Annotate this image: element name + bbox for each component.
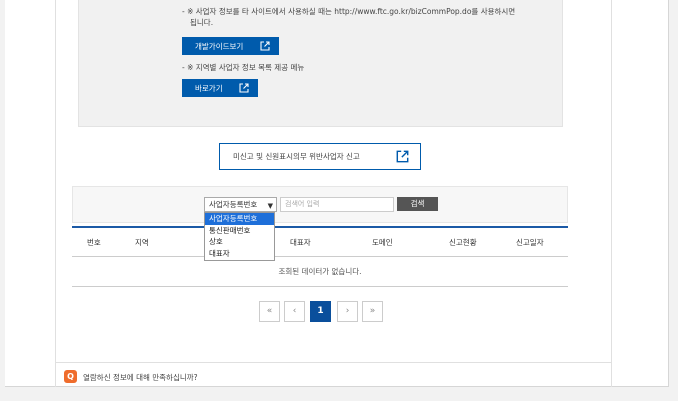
content-border-right [611,0,612,387]
page-current-button[interactable]: 1 [310,301,331,322]
col-header-report-status: 신고현황 [449,238,477,247]
page-last-button[interactable]: » [362,301,383,322]
table-top-border [72,226,568,228]
col-header-domain: 도메인 [372,238,393,247]
table-bottom-border [72,286,568,287]
col-header-number: 번호 [87,238,101,247]
col-header-region: 지역 [135,238,149,247]
question-icon: Q [64,370,77,383]
report-violation-label: 미신고 및 신원표시의무 위반사업자 신고 [233,152,360,161]
search-type-value: 사업자등록번호 [209,200,258,209]
page-next-button[interactable]: › [337,301,358,322]
dev-guide-button[interactable]: 개발가이드보기 [182,37,279,55]
dev-guide-label: 개발가이드보기 [195,41,244,51]
external-link-icon [239,83,249,93]
col-header-representative: 대표자 [290,238,311,247]
survey-question: 열람하신 정보에 대해 만족하십니까? [83,373,198,382]
dropdown-option[interactable]: 대표자 [205,248,274,260]
empty-message: 조회된 데이터가 없습니다. [278,267,362,276]
search-placeholder: 검색어 입력 [285,200,320,208]
notice-item-1: - ※ 사업자 정보를 타 사이트에서 사용하실 때는 http://www.f… [182,6,515,28]
search-type-select[interactable]: 사업자등록번호 ▼ [204,197,277,212]
shortcut-button[interactable]: 바로가기 [182,79,258,97]
header-divider [72,256,568,257]
report-violation-button[interactable]: 미신고 및 신원표시의무 위반사업자 신고 [219,143,421,170]
external-link-icon [396,150,409,163]
page-first-button[interactable]: « [259,301,280,322]
notice-item-1-line1: - ※ 사업자 정보를 타 사이트에서 사용하실 때는 http://www.f… [182,7,516,16]
dropdown-option[interactable]: 통신판매번호 [205,225,274,237]
search-type-dropdown: 사업자등록번호 통신판매번호 상호 대표자 [204,212,275,261]
notice-item-1-line2: 됩니다. [190,18,214,27]
shortcut-label: 바로가기 [195,83,223,93]
search-button[interactable]: 검색 [397,197,438,211]
col-header-report-date: 신고일자 [516,238,544,247]
search-input[interactable]: 검색어 입력 [280,197,394,212]
page-prev-button[interactable]: ‹ [284,301,305,322]
notice-item-2: - ※ 지역별 사업자 정보 목록 제공 메뉴 [182,63,305,72]
dropdown-option[interactable]: 사업자등록번호 [205,213,274,225]
dropdown-option[interactable]: 상호 [205,236,274,248]
content-border-left [55,0,56,387]
external-link-icon [260,41,270,51]
